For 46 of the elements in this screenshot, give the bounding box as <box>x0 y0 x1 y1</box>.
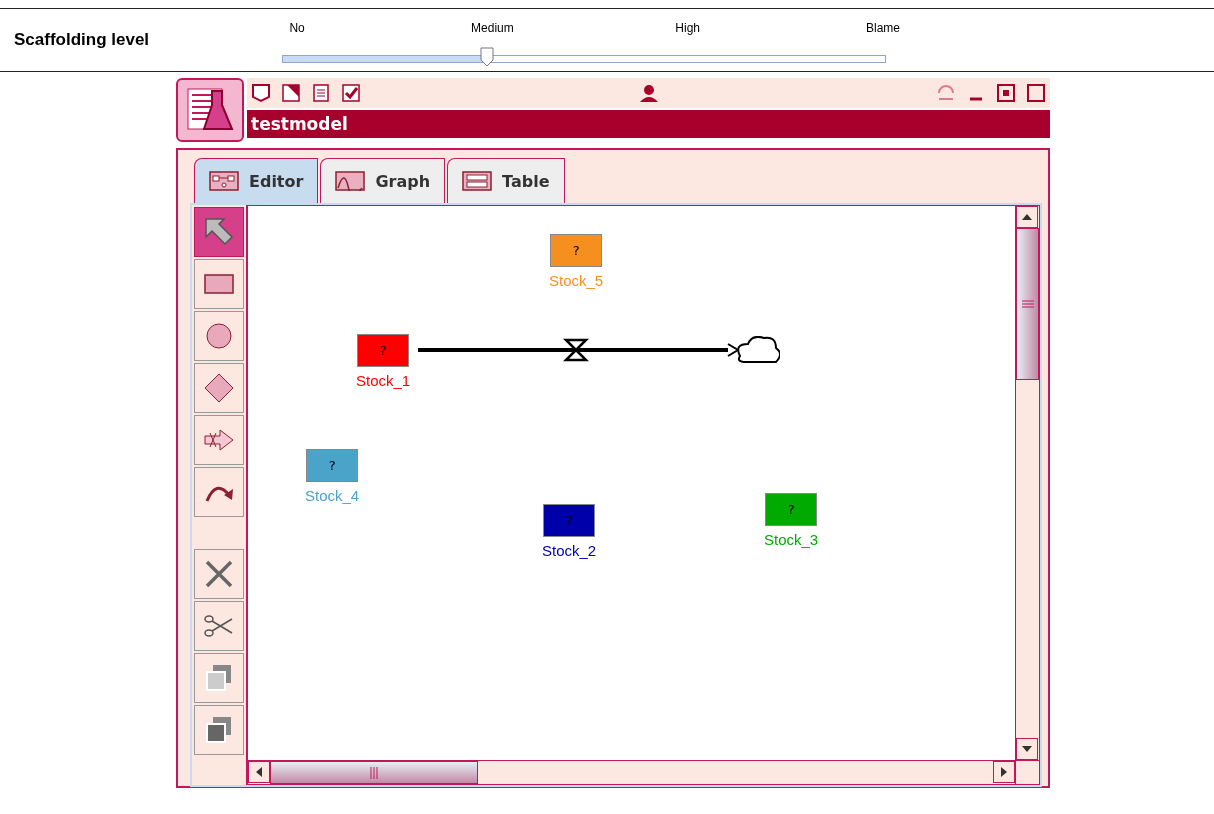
tool-button[interactable] <box>194 653 244 703</box>
scaffolding-label: Scaffolding level <box>14 30 151 50</box>
stock-node[interactable]: ? <box>550 234 603 267</box>
checkbox-icon[interactable] <box>341 83 361 103</box>
stock-label: Stock_4 <box>305 487 360 504</box>
scroll-thumb[interactable] <box>1016 228 1039 380</box>
tab[interactable]: Editor <box>194 158 319 203</box>
restore-icon[interactable] <box>1026 83 1046 103</box>
corner-icon[interactable] <box>281 83 301 103</box>
stock-label: Stock_3 <box>764 531 819 548</box>
window-title: testmodel <box>247 110 1050 138</box>
document-icon[interactable] <box>311 83 331 103</box>
scrollbar-corner <box>1016 761 1040 785</box>
vertical-scrollbar[interactable] <box>1016 205 1040 761</box>
table-icon <box>462 171 493 191</box>
maximize-icon[interactable] <box>996 83 1016 103</box>
slider-tick-label: No <box>289 21 305 35</box>
tool-button[interactable] <box>194 705 244 755</box>
slider-thumb[interactable] <box>480 47 495 67</box>
tool-button[interactable] <box>194 467 244 517</box>
stock-label: Stock_2 <box>542 542 597 559</box>
graph-icon <box>335 171 366 191</box>
scroll-thumb[interactable] <box>270 761 478 784</box>
save-icon[interactable] <box>251 83 271 103</box>
tool-button[interactable] <box>194 363 244 413</box>
tool-button[interactable] <box>194 415 244 465</box>
app-logo-icon <box>176 78 244 142</box>
diamond-icon <box>202 371 236 405</box>
user-icon[interactable] <box>638 83 659 103</box>
diagram-icon <box>209 171 239 191</box>
tool-button[interactable] <box>194 549 244 599</box>
stock-node[interactable]: ? <box>306 449 359 482</box>
tool-button[interactable] <box>194 601 244 651</box>
slider-tick-label: Blame <box>865 21 900 35</box>
stock-label: Stock_5 <box>549 272 604 289</box>
stock-node[interactable]: ? <box>357 334 410 367</box>
slider-tick-label: High <box>675 21 700 35</box>
slider-tick-label: Medium <box>471 21 514 35</box>
stock-node[interactable]: ? <box>765 493 818 526</box>
horizontal-scrollbar[interactable] <box>247 761 1016 785</box>
tab[interactable]: Table <box>447 158 565 203</box>
tab[interactable]: Graph <box>320 158 446 203</box>
tool-button[interactable] <box>194 259 244 309</box>
tool-button[interactable] <box>194 311 244 361</box>
tool-button[interactable] <box>194 207 244 257</box>
stock-label: Stock_1 <box>356 372 411 389</box>
